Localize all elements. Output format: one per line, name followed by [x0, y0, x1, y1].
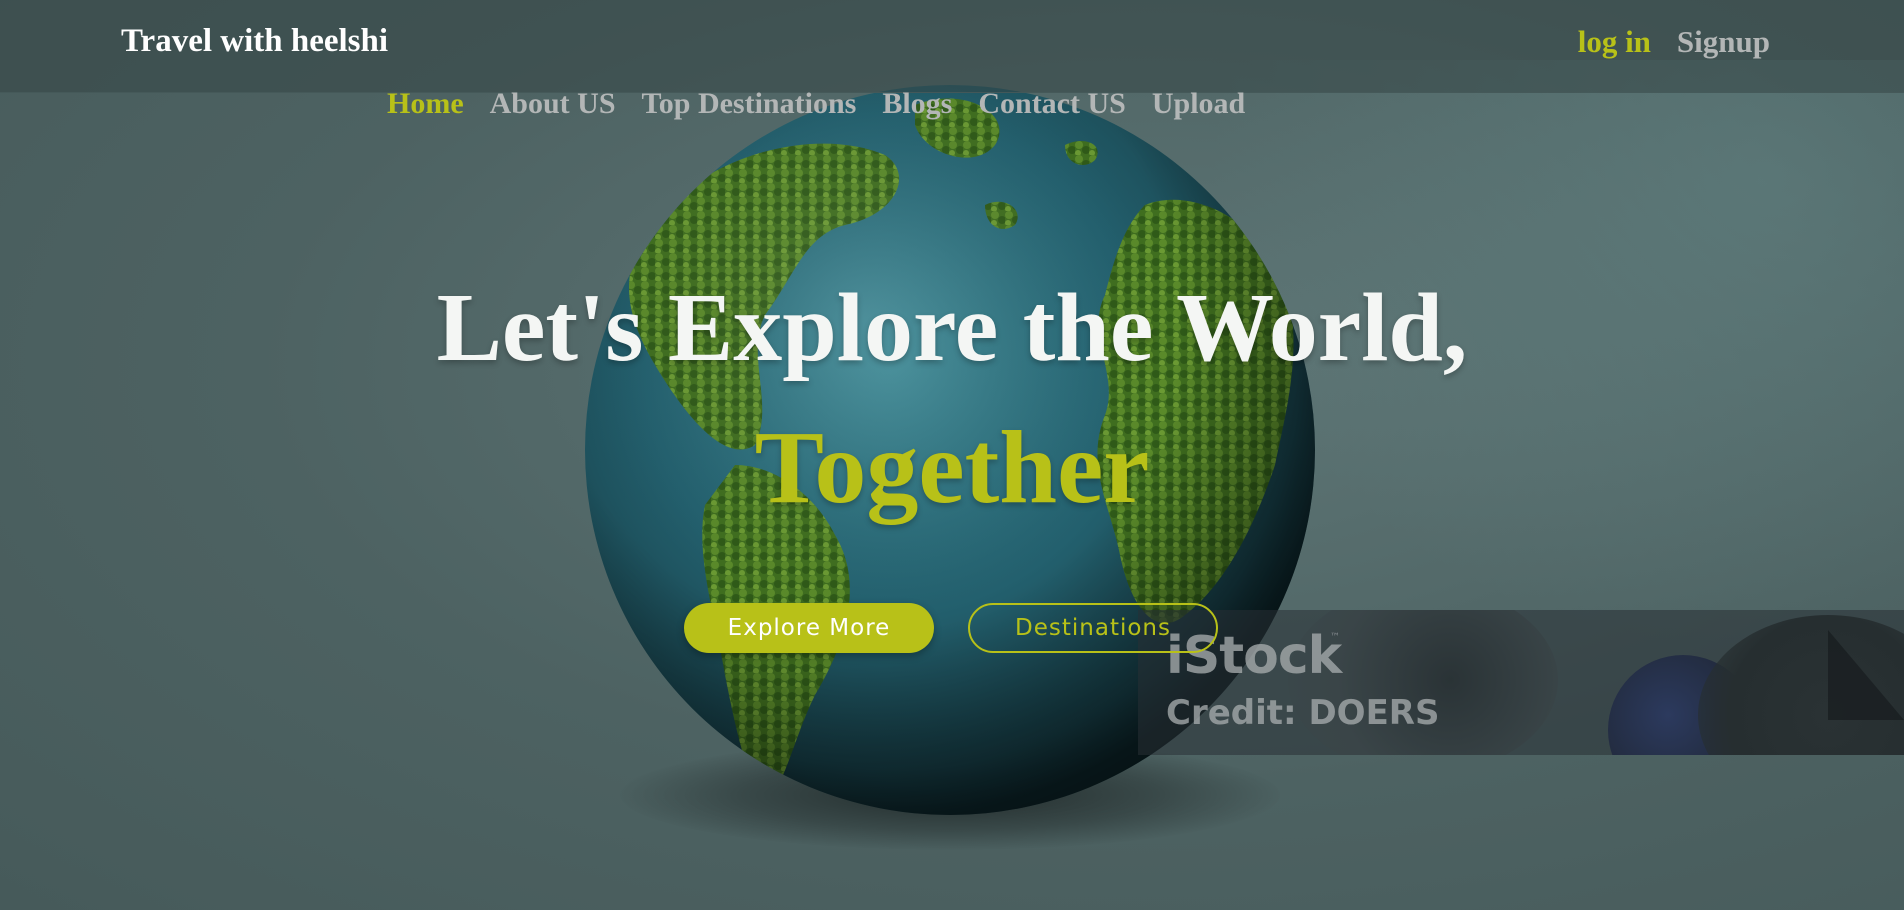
nav-item-top-destinations[interactable]: Top Destinations — [642, 87, 857, 121]
nav-item-about-us[interactable]: About US — [490, 87, 616, 121]
auth-links: log in Signup — [1556, 24, 1770, 60]
nav-item-home[interactable]: Home — [387, 87, 464, 121]
nav-item-upload[interactable]: Upload — [1152, 87, 1245, 121]
destinations-button[interactable]: Destinations — [968, 603, 1218, 653]
main-nav: Home About US Top Destinations Blogs Con… — [387, 87, 1267, 121]
site-brand[interactable]: Travel with heelshi — [121, 23, 388, 60]
watermark-credit: Credit: DOERS — [1166, 693, 1440, 733]
hero-title-accent: Together — [754, 410, 1150, 525]
hero-title: Let's Explore the World, — [436, 274, 1468, 382]
signup-link[interactable]: Signup — [1677, 24, 1770, 59]
istock-watermark: iStock ™ Credit: DOERS — [1138, 610, 1904, 755]
top-header: Travel with heelshi log in Signup — [0, 0, 1904, 93]
explore-more-button[interactable]: Explore More — [684, 603, 934, 653]
hero-section: iStock ™ Credit: DOERS Let's Explore the… — [0, 0, 1904, 910]
watermark-shape — [1828, 630, 1904, 720]
watermark-trademark: ™ — [1330, 632, 1340, 643]
nav-item-blogs[interactable]: Blogs — [882, 87, 952, 121]
nav-item-contact-us[interactable]: Contact US — [978, 87, 1126, 121]
login-link[interactable]: log in — [1578, 24, 1651, 59]
